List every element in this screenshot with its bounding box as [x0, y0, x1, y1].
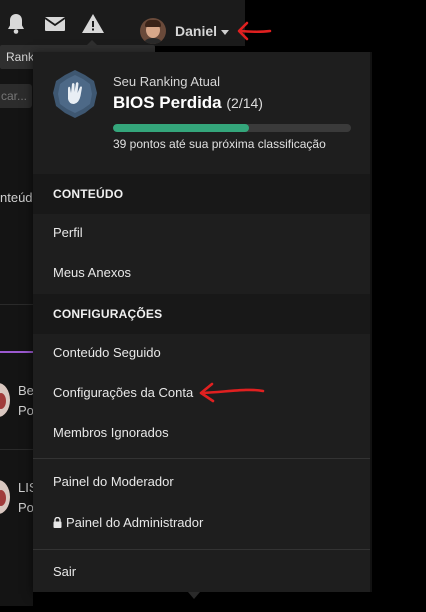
rank-badge-icon: [53, 70, 97, 118]
rank-title: BIOS Perdida (2/14): [113, 93, 263, 113]
background-text-fragment: Be: [18, 383, 33, 398]
rank-progress-fill: [113, 124, 249, 132]
menu-item-painel-administrador-label: Painel do Administrador: [66, 515, 204, 530]
user-dropdown-menu: Seu Ranking Atual BIOS Perdida (2/14) 39…: [33, 52, 370, 592]
background-divider: [0, 304, 33, 305]
background-text-fragment: nteúdo: [0, 190, 33, 205]
lock-icon: [53, 516, 62, 528]
background-accent-line: [0, 351, 34, 353]
user-menu-button[interactable]: Daniel: [140, 16, 230, 46]
rank-label: Seu Ranking Atual: [113, 74, 220, 89]
envelope-icon[interactable]: [43, 12, 67, 36]
rank-fraction: (2/14): [226, 95, 263, 111]
bell-icon[interactable]: [4, 12, 28, 36]
menu-divider: [33, 549, 370, 550]
rank-header: Seu Ranking Atual BIOS Perdida (2/14) 39…: [33, 52, 370, 174]
background-text-fragment: Po: [18, 500, 33, 515]
rank-progress-bar: [113, 124, 351, 132]
menu-item-sair[interactable]: Sair: [33, 552, 370, 592]
rank-progress-text: 39 pontos até sua próxima classificação: [113, 137, 326, 151]
section-header-configuracoes: CONFIGURAÇÕES: [33, 294, 370, 334]
background-divider: [0, 449, 33, 450]
warning-icon[interactable]: [81, 12, 105, 36]
chevron-down-icon: [221, 29, 230, 35]
menu-item-membros-ignorados[interactable]: Membros Ignorados: [33, 413, 370, 453]
annotation-arrow-icon: [237, 21, 272, 41]
background-text-fragment: LIS: [18, 480, 33, 495]
scroll-caret-icon: [188, 592, 200, 599]
background-strip: [370, 52, 372, 592]
menu-item-conteudo-seguido[interactable]: Conteúdo Seguido: [33, 333, 370, 373]
menu-item-perfil[interactable]: Perfil: [33, 213, 370, 253]
section-header-conteudo: CONTEÚDO: [33, 174, 370, 214]
avatar: [140, 18, 166, 44]
menu-item-painel-moderador[interactable]: Painel do Moderador: [33, 462, 370, 502]
background-text-fragment: Po: [18, 403, 33, 418]
rank-name: BIOS Perdida: [113, 93, 222, 112]
background-panel: [0, 46, 33, 606]
menu-item-painel-administrador[interactable]: Painel do Administrador: [33, 503, 370, 543]
annotation-arrow-icon: [199, 382, 265, 403]
user-name: Daniel: [175, 23, 218, 39]
search-input-fragment[interactable]: car...: [0, 84, 32, 108]
menu-divider: [33, 458, 370, 459]
menu-item-meus-anexos[interactable]: Meus Anexos: [33, 253, 370, 293]
